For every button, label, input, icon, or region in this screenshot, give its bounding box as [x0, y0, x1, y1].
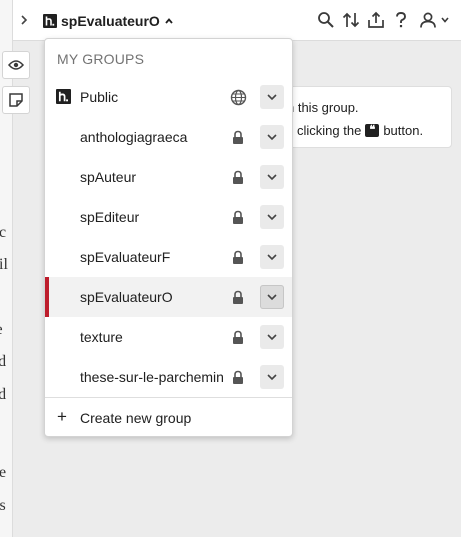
- help-button[interactable]: [391, 10, 411, 30]
- create-new-group-label: Create new group: [80, 410, 192, 426]
- user-menu-button[interactable]: [416, 10, 452, 30]
- group-name: spEvaluateurF: [80, 249, 171, 265]
- chevron-down-icon: [267, 374, 277, 381]
- group-item-spediteur[interactable]: spEditeur: [45, 197, 292, 237]
- new-page-note-button[interactable]: [2, 86, 30, 114]
- group-item-anthologiagraeca[interactable]: anthologiagraeca: [45, 117, 292, 157]
- lock-icon: [229, 247, 247, 267]
- chevron-down-icon: [440, 17, 449, 23]
- plus-icon: +: [57, 407, 67, 426]
- sidebar-top-bar: spEvaluateurO: [13, 0, 461, 41]
- group-item-spauteur[interactable]: spAuteur: [45, 157, 292, 197]
- search-button[interactable]: [316, 10, 336, 30]
- group-name: spEditeur: [80, 209, 140, 225]
- card-text-line: clicking the ❝ button.: [297, 123, 423, 138]
- group-item-spevaluateurf[interactable]: spEvaluateurF: [45, 237, 292, 277]
- chevron-down-icon: [267, 94, 277, 101]
- expand-group-button[interactable]: [260, 165, 284, 189]
- expand-group-button[interactable]: [260, 245, 284, 269]
- card-text-segment: clicking the: [297, 123, 362, 138]
- page-text-fragment: ad: [0, 353, 6, 371]
- current-group-name: spEvaluateurO: [61, 13, 160, 29]
- group-switcher-button[interactable]: spEvaluateurO: [43, 10, 174, 32]
- annotate-quote-icon: ❝: [365, 124, 380, 137]
- expand-group-button[interactable]: [260, 85, 284, 109]
- expand-group-button[interactable]: [260, 205, 284, 229]
- group-name: these-sur-le-parchemin: [80, 369, 224, 385]
- chevron-down-icon: [267, 294, 277, 301]
- page-text-fragment: l s: [0, 497, 6, 514]
- group-name: spAuteur: [80, 169, 137, 185]
- chevron-down-icon: [267, 174, 277, 181]
- menu-heading: MY GROUPS: [57, 51, 145, 67]
- lock-icon: [229, 367, 247, 387]
- globe-icon: [229, 87, 247, 107]
- page-text-fragment: de: [0, 464, 6, 482]
- group-name: anthologiagraeca: [80, 129, 188, 145]
- chevron-down-icon: [267, 254, 277, 261]
- chevron-down-icon: [267, 214, 277, 221]
- card-text-segment: button.: [383, 123, 424, 138]
- help-icon: [396, 12, 406, 28]
- lock-icon: [229, 167, 247, 187]
- create-new-group-button[interactable]: + Create new group: [45, 398, 292, 437]
- sort-icon: [342, 12, 360, 28]
- expand-group-button[interactable]: [260, 325, 284, 349]
- hypothesis-logo-icon: [43, 14, 57, 28]
- card-text-line: n this group.: [287, 100, 359, 115]
- page-text-fragment: ad: [0, 386, 6, 404]
- toggle-highlights-button[interactable]: [2, 51, 30, 79]
- expand-group-button[interactable]: [260, 125, 284, 149]
- groups-dropdown-menu: MY GROUPS Public anthologiagraeca spAute…: [44, 38, 293, 437]
- page-text-fragment: oc: [0, 224, 6, 242]
- sort-button[interactable]: [341, 10, 361, 30]
- group-item-texture[interactable]: texture: [45, 317, 292, 357]
- chevron-right-icon: [21, 15, 28, 25]
- expand-group-button[interactable]: [260, 285, 284, 309]
- group-item-public[interactable]: Public: [45, 77, 292, 117]
- share-icon: [368, 11, 384, 28]
- group-name: spEvaluateurO: [80, 289, 173, 305]
- page-text-fragment: oil: [0, 256, 8, 273]
- lock-icon: [229, 327, 247, 347]
- document-page-edge: oc oil n ie ad ad de l s: [0, 0, 13, 537]
- chevron-down-icon: [267, 134, 277, 141]
- search-icon: [318, 12, 334, 28]
- lock-icon: [229, 287, 247, 307]
- lock-icon: [229, 207, 247, 227]
- group-name: Public: [80, 89, 119, 105]
- group-name: texture: [80, 329, 123, 345]
- note-icon: [9, 93, 23, 107]
- group-item-these-sur-le-parchemin[interactable]: these-sur-le-parchemin: [45, 357, 292, 397]
- collapse-sidebar-button[interactable]: [13, 8, 35, 32]
- group-item-spevaluateuro[interactable]: spEvaluateurO: [45, 277, 292, 317]
- share-button[interactable]: [366, 10, 386, 30]
- chevron-up-icon: [165, 18, 173, 24]
- empty-state-card: n this group. clicking the ❝ button.: [270, 86, 452, 148]
- page-text-fragment: ie: [0, 321, 3, 339]
- hypothesis-logo-icon: [56, 89, 71, 104]
- user-icon: [419, 12, 436, 28]
- expand-group-button[interactable]: [260, 365, 284, 389]
- chevron-down-icon: [267, 334, 277, 341]
- lock-icon: [229, 127, 247, 147]
- eye-icon: [8, 60, 24, 70]
